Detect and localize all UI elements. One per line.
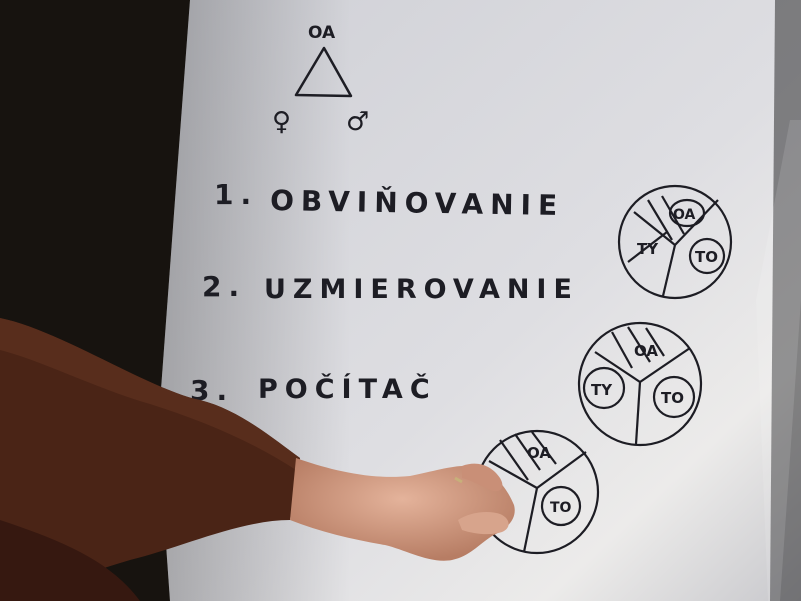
triangle-left-symbol: ♀: [272, 107, 291, 137]
list-item-text: OBVIŇOVANIE: [270, 183, 565, 222]
list-item-number: 2.: [202, 270, 246, 303]
triangle-right-symbol: ♂: [346, 107, 369, 137]
list-item-number: 1.: [214, 178, 258, 211]
circle-label: OA: [527, 444, 551, 462]
triangle-top-label: OA: [308, 23, 336, 43]
circle-label: TO: [550, 500, 572, 516]
circle-label: TO: [661, 389, 684, 407]
flipchart-photo: OA ♀ ♂ 1. OBVIŇOVANIE 2. UZMIEROVANIE 3.…: [0, 0, 801, 601]
list-item-text: POČÍTAČ: [258, 373, 437, 405]
circle-label: OA: [673, 207, 696, 223]
circle-label: TO: [695, 248, 718, 266]
list-item: 3. POČÍTAČ: [190, 373, 437, 407]
circle-label: OA: [634, 342, 658, 360]
circle-label: TY: [637, 240, 659, 258]
circle-label: TY: [591, 381, 613, 399]
list-item-text: UZMIEROVANIE: [264, 274, 579, 305]
